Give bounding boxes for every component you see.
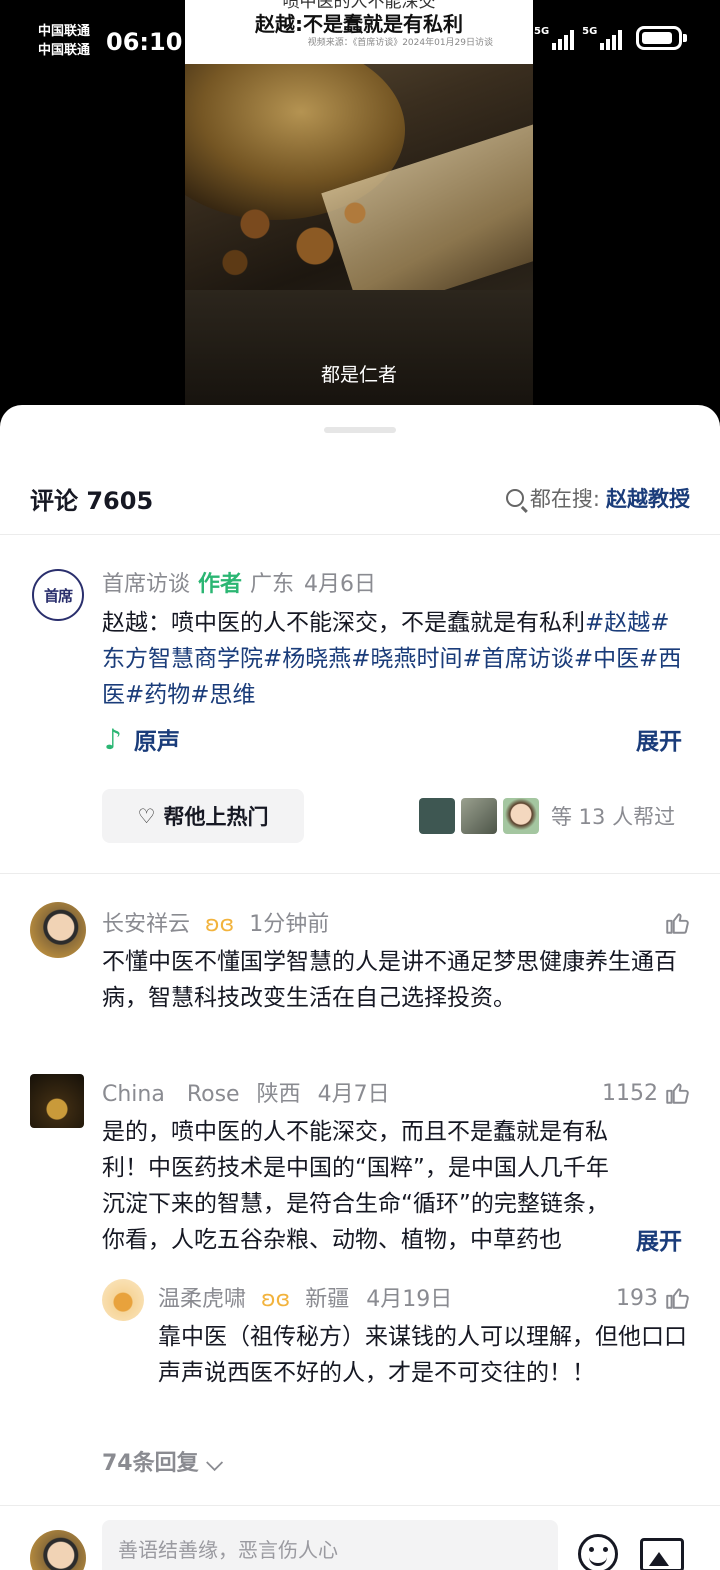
author-location: 广东 [250, 572, 295, 597]
commenter-name[interactable]: 长安祥云 [102, 912, 190, 937]
comment-input[interactable]: 善语结善缘，恶言伤人心 [102, 1520, 558, 1570]
author-avatar[interactable]: 首席 [32, 569, 84, 621]
video-title-line-1: 喷中医的人不能深交 [282, 0, 436, 12]
battery-icon [636, 26, 688, 50]
video-subtitle: 都是仁者 [320, 364, 397, 386]
comment-text-line: 利！中医药技术是中国的“国粹”，是中国人几千年 [102, 1155, 609, 1181]
video-title-line-2: 赵越:不是蠢就是有私利 [255, 12, 463, 36]
video-title-card: 喷中医的人不能深交 赵越:不是蠢就是有私利 视频来源：《首席访谈》2024年01… [185, 0, 533, 64]
comment-item: 长安祥云 ʚɞ 1分钟前 不懂中医不懂国学智慧的人是讲不通足梦思健康养生通百病，… [0, 900, 720, 1050]
like-count: 193 [616, 1285, 658, 1311]
hot-search-term[interactable]: 赵越教授 [606, 483, 690, 513]
reply-item: 温柔虎啸 ʚɞ 新疆 4月19日 193 靠中医（祖传秘方）来谋钱的人可以理解，… [0, 1275, 720, 1425]
view-replies-link[interactable]: 74条回复 ⌵ [102, 1445, 223, 1477]
comment-text: 不懂中医不懂国学智慧的人是讲不通足梦思健康养生通百病，智慧科技改变生活在自己选择… [102, 949, 677, 1011]
hashtag-link[interactable]: #思维 [190, 682, 255, 708]
original-sound-label: 原声 [133, 729, 180, 755]
reply-location: 新疆 [305, 1287, 350, 1312]
image-icon[interactable] [640, 1538, 684, 1570]
original-sound-link[interactable]: ♪ 原声 [104, 722, 180, 756]
video-table-image [185, 290, 533, 405]
author-comment-text: 赵越：喷中医的人不能深交，不是蠢就是有私利#赵越#东方智慧商学院#杨晓燕#晓燕时… [102, 605, 692, 713]
like-count: 1152 [602, 1080, 658, 1106]
helper-avatar [461, 798, 497, 834]
hot-search-prefix: 都在搜: [529, 487, 600, 511]
reply-text: 靠中医（祖传秘方）来谋钱的人可以理解，但他口口声声说西医不好的人，才是不可交往的… [158, 1324, 687, 1386]
commenter-name[interactable]: China Rose [102, 1082, 240, 1107]
search-icon [505, 489, 524, 507]
hashtag-link[interactable]: #首席访谈 [463, 646, 574, 672]
thumbs-up-icon [666, 1288, 689, 1309]
helper-avatar [419, 798, 455, 834]
commenter-avatar[interactable] [30, 902, 86, 958]
signal-icon-2: 5G [582, 26, 623, 50]
my-avatar [30, 1530, 86, 1570]
author-comment-plain: 赵越：喷中医的人不能深交，不是蠢就是有私利 [102, 610, 585, 636]
helper-avatar [503, 798, 539, 834]
carrier-1: 中国联通 [38, 24, 91, 39]
reply-meta: 温柔虎啸 ʚɞ 新疆 4月19日 [158, 1281, 452, 1313]
status-time: 06:10 [106, 28, 183, 56]
comment-text-line: 是的，喷中医的人不能深交，而且不是蠢就是有私 [102, 1119, 608, 1145]
author-date: 4月6日 [304, 572, 377, 597]
comment-header: 评论 7605 都在搜: 赵越教授 [0, 467, 720, 535]
badge-icon: ʚɞ [205, 912, 235, 937]
heart-icon: ♡ [137, 804, 156, 828]
comment-count: 评论 7605 [30, 487, 154, 515]
music-note-icon: ♪ [104, 722, 122, 756]
network-type-2: 5G [582, 26, 598, 37]
comment-expand-button[interactable]: 展开 [636, 1222, 682, 1256]
author-comment: 首席 首席访谈 作者 广东 4月6日 赵越：喷中医的人不能深交，不是蠢就是有私利#赵越… [0, 536, 720, 874]
emoji-icon[interactable] [578, 1534, 618, 1570]
sheet-drag-handle[interactable] [324, 427, 396, 433]
boost-button-label: 帮他上热门 [163, 805, 269, 829]
commenter-avatar[interactable] [30, 1074, 84, 1128]
comment-text-line: 你看，人吃五谷杂粮、动物、植物，中草药也 [102, 1227, 562, 1253]
helpers-count: 等 13 人帮过 [551, 805, 676, 829]
hashtag-link[interactable]: #中医 [574, 646, 639, 672]
author-meta: 首席访谈 作者 广东 4月6日 [102, 566, 376, 598]
hot-search-link[interactable]: 都在搜: 赵越教授 [505, 483, 690, 513]
author-name[interactable]: 首席访谈 [102, 572, 190, 597]
hashtag-link[interactable]: #杨晓燕 [263, 646, 351, 672]
comment-meta: China Rose 陕西 4月7日 [102, 1076, 390, 1108]
video-title-line-3: 视频来源：《首席访谈》2024年01月29日访谈 [307, 38, 493, 48]
video-herbs-image [195, 180, 395, 290]
thumbs-up-icon [666, 913, 689, 934]
comment-text: 是的，喷中医的人不能深交，而且不是蠢就是有私 利！中医药技术是中国的“国粹”，是… [102, 1114, 702, 1258]
like-button[interactable]: 193 [616, 1285, 690, 1311]
hashtag-link[interactable]: #药物 [125, 682, 190, 708]
thumbs-up-icon [666, 1083, 689, 1104]
comment-meta: 长安祥云 ʚɞ 1分钟前 [102, 906, 329, 938]
video-player[interactable]: 喷中医的人不能深交 赵越:不是蠢就是有私利 视频来源：《首席访谈》2024年01… [0, 0, 720, 420]
like-button[interactable]: 1152 [602, 1080, 690, 1106]
hashtag-link[interactable]: #赵越 [585, 610, 650, 636]
author-expand-button[interactable]: 展开 [636, 722, 682, 756]
replier-name[interactable]: 温柔虎啸 [158, 1287, 246, 1312]
network-type-1: 5G [534, 26, 550, 37]
comment-item: China Rose 陕西 4月7日 1152 是的，喷中医的人不能深交，而且不… [0, 1070, 720, 1255]
comment-location: 陕西 [256, 1082, 301, 1107]
reply-date: 4月19日 [366, 1287, 453, 1312]
comment-sheet: 评论 7605 都在搜: 赵越教授 首席 首席访谈 作者 广东 4月6日 赵越：喷中医… [0, 405, 720, 1570]
badge-icon: ʚɞ [261, 1287, 291, 1312]
carrier-2: 中国联通 [38, 43, 91, 58]
helpers-row[interactable]: 等 13 人帮过 [419, 798, 675, 834]
comment-time: 1分钟前 [249, 912, 330, 937]
author-tag: 作者 [198, 572, 243, 597]
replier-avatar[interactable] [102, 1279, 144, 1321]
signal-icon-1: 5G [534, 26, 575, 50]
status-carriers: 中国联通 中国联通 [38, 22, 90, 60]
comment-text-line: 沉淀下来的智慧，是符合生命“循环”的完整链条， [102, 1191, 609, 1217]
status-indicators: 5G 5G [534, 26, 688, 50]
like-button[interactable] [658, 910, 690, 936]
comment-input-bar: 善语结善缘，恶言伤人心 [0, 1505, 720, 1570]
hashtag-link[interactable]: #晓燕时间 [351, 646, 462, 672]
comment-date: 4月7日 [317, 1082, 390, 1107]
boost-button[interactable]: ♡ 帮他上热门 [102, 789, 304, 843]
